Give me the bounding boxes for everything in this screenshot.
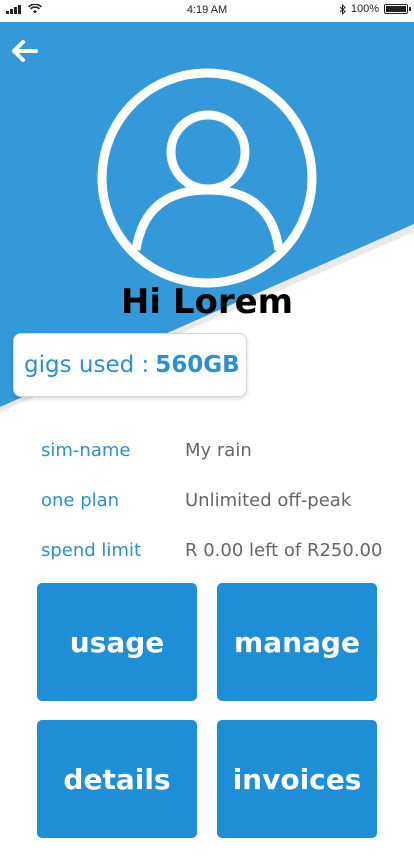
info-row-spend-limit: spend limit R 0.00 left of R250.00 — [41, 540, 401, 561]
user-avatar-icon — [97, 68, 317, 288]
info-row-plan: one plan Unlimited off-peak — [41, 490, 401, 511]
invoices-button[interactable]: invoices — [217, 720, 377, 838]
info-row-sim-name: sim-name My rain — [41, 440, 401, 461]
status-right: 100% — [339, 3, 411, 15]
info-label: one plan — [41, 490, 120, 511]
info-label: sim-name — [41, 440, 131, 461]
battery-icon — [384, 4, 411, 14]
info-value: Unlimited off-peak — [185, 490, 352, 511]
battery-fill — [386, 6, 406, 12]
back-button[interactable] — [10, 36, 40, 66]
info-value: My rain — [185, 440, 252, 461]
info-label: spend limit — [41, 540, 142, 561]
manage-button[interactable]: manage — [217, 583, 377, 701]
arrow-left-icon — [12, 40, 38, 62]
usage-button[interactable]: usage — [37, 583, 197, 701]
gigs-used-value: 560GB — [155, 352, 240, 378]
gigs-used-card: gigs used : 560GB — [13, 333, 247, 397]
battery-percent: 100% — [350, 3, 379, 15]
status-bar: 4:19 AM 100% — [0, 0, 414, 22]
gigs-used-label: gigs used : — [24, 352, 150, 378]
info-value: R 0.00 left of R250.00 — [185, 540, 383, 561]
details-button[interactable]: details — [37, 720, 197, 838]
greeting-title: Hi Lorem — [120, 282, 294, 322]
bluetooth-icon — [339, 3, 346, 15]
